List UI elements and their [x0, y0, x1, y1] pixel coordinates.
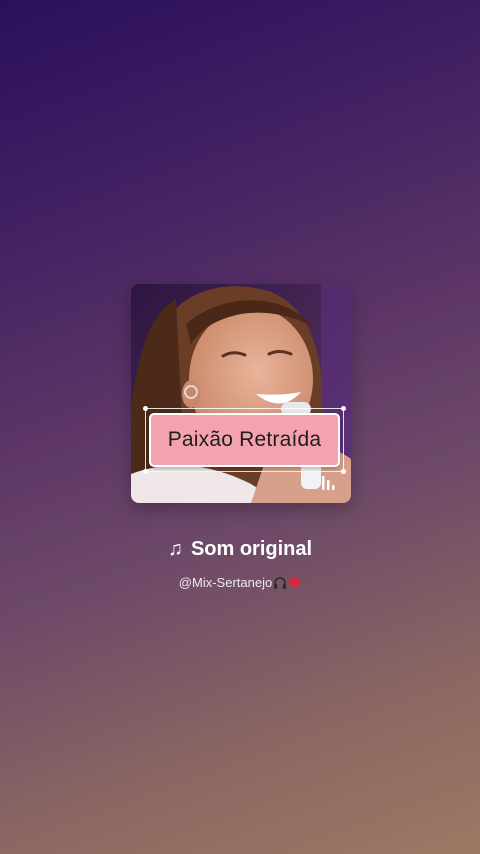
- resize-handle-bottom-left[interactable]: [143, 469, 148, 474]
- sound-title: Som original: [190, 538, 313, 560]
- text-sticker[interactable]: Paixão Retraída: [149, 413, 340, 467]
- resize-handle-top-right[interactable]: [341, 406, 346, 411]
- headphones-icon: [274, 576, 287, 589]
- sound-author-row[interactable]: @Mix-Sertanejo: [0, 575, 480, 590]
- resize-handle-top-left[interactable]: [143, 406, 148, 411]
- resize-handle-bottom-right[interactable]: [341, 469, 346, 474]
- audio-bars-icon: [322, 476, 335, 490]
- music-note-icon: ♫: [167, 538, 183, 560]
- sound-title-row[interactable]: ♫ Som original: [0, 538, 480, 561]
- sound-author: @Mix-Sertanejo: [178, 575, 273, 590]
- red-heart-icon: [288, 577, 301, 588]
